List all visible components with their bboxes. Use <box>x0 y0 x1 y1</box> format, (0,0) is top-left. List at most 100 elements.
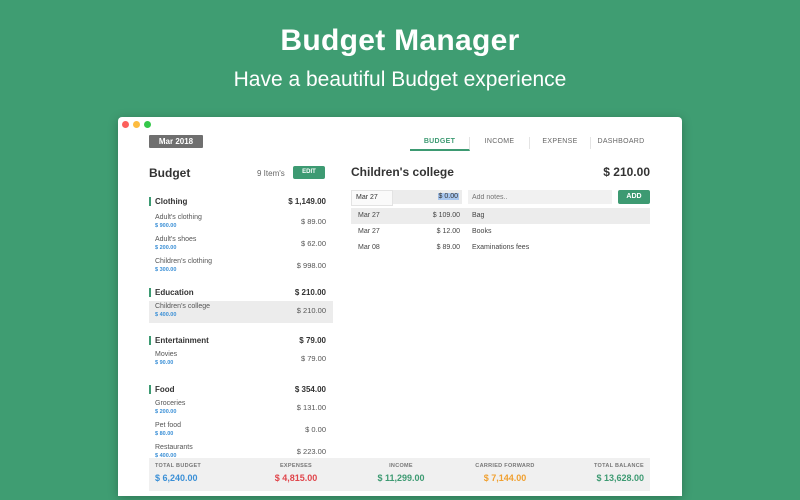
main-tabs: BUDGET INCOME EXPENSE DASHBOARD <box>410 137 651 151</box>
category-food: Food $ 354.00 Groceries $ 200.00 $ 131.0… <box>149 384 333 464</box>
close-window-button[interactable] <box>122 121 129 128</box>
entry-amount: $ 89.00 <box>436 244 460 251</box>
entry-amount: $ 12.00 <box>436 228 460 235</box>
item-budget: $ 90.00 <box>155 360 174 366</box>
tab-budget[interactable]: BUDGET <box>410 137 470 151</box>
item-amount: $ 62.00 <box>300 239 326 248</box>
budget-item-selected[interactable]: Children's college $ 400.00 $ 210.00 <box>149 301 333 323</box>
category-total: $ 1,149.00 <box>288 197 326 206</box>
category-total: $ 79.00 <box>299 336 326 345</box>
add-entry-button[interactable]: ADD <box>618 190 650 204</box>
entry-note: Bag <box>472 212 485 219</box>
budget-item[interactable]: Groceries $ 200.00 $ 131.00 <box>149 398 333 420</box>
carried-forward-summary: CARRIED FORWARD $ 7,144.00 <box>474 463 536 483</box>
summary-value: $ 7,144.00 <box>483 473 527 483</box>
category-marker <box>149 288 151 297</box>
item-amount: $ 79.00 <box>300 354 326 363</box>
item-amount: $ 223.00 <box>296 447 326 456</box>
entry-row[interactable]: Mar 08 $ 89.00 Examinations fees <box>351 240 650 256</box>
category-header[interactable]: Food $ 354.00 <box>149 384 333 397</box>
entry-row[interactable]: Mar 27 $ 12.00 Books <box>351 224 650 240</box>
item-name: Restaurants <box>155 444 193 451</box>
category-name: Education <box>155 288 194 297</box>
entry-row[interactable]: Mar 27 $ 109.00 Bag <box>351 208 650 224</box>
new-entry-row: Mar 27 $ 0.00 ADD <box>351 190 650 206</box>
summary-label: INCOME <box>389 463 413 469</box>
entry-note: Books <box>472 228 492 235</box>
budget-item[interactable]: Movies $ 90.00 $ 79.00 <box>149 349 333 371</box>
budget-heading: Budget <box>149 166 191 180</box>
total-balance-summary: TOTAL BALANCE $ 13,628.00 <box>594 463 644 483</box>
item-name: Adult's clothing <box>155 214 202 221</box>
category-total: $ 354.00 <box>294 385 326 394</box>
summary-label: CARRIED FORWARD <box>475 463 535 469</box>
window-controls <box>122 121 151 128</box>
category-name: Food <box>155 385 175 394</box>
category-header[interactable]: Clothing $ 1,149.00 <box>149 196 333 209</box>
item-budget: $ 400.00 <box>155 312 177 318</box>
budget-item[interactable]: Adult's clothing $ 900.00 $ 89.00 <box>149 212 333 234</box>
entry-date-field[interactable]: Mar 27 <box>351 190 393 206</box>
entry-amount-field[interactable]: $ 0.00 <box>393 190 462 204</box>
month-selector[interactable]: Mar 2018 <box>149 135 203 148</box>
budget-item[interactable]: Children's clothing $ 300.00 $ 998.00 <box>149 256 333 278</box>
budget-item[interactable]: Adult's shoes $ 200.00 $ 62.00 <box>149 234 333 256</box>
item-name: Pet food <box>155 422 182 429</box>
category-list: Clothing $ 1,149.00 Adult's clothing $ 9… <box>149 196 333 464</box>
entry-note: Examinations fees <box>472 244 530 251</box>
category-name: Entertainment <box>155 336 209 345</box>
summary-label: EXPENSES <box>279 463 313 469</box>
item-name: Movies <box>155 351 178 358</box>
item-amount: $ 131.00 <box>296 403 326 412</box>
item-amount: $ 0.00 <box>305 425 326 434</box>
budget-item[interactable]: Pet food $ 80.00 $ 0.00 <box>149 420 333 442</box>
tab-dashboard[interactable]: DASHBOARD <box>591 137 651 149</box>
category-total: $ 210.00 <box>294 288 326 297</box>
expenses-summary: EXPENSES $ 4,815.00 <box>269 463 323 483</box>
entry-notes-input[interactable] <box>468 190 612 204</box>
item-budget: $ 200.00 <box>155 409 177 415</box>
entry-list: Mar 27 $ 109.00 Bag Mar 27 $ 12.00 Books… <box>351 208 650 256</box>
category-clothing: Clothing $ 1,149.00 Adult's clothing $ 9… <box>149 196 333 287</box>
item-budget: $ 200.00 <box>155 245 177 251</box>
item-name: Children's clothing <box>155 258 212 265</box>
income-summary: INCOME $ 11,299.00 <box>371 463 431 483</box>
item-amount: $ 89.00 <box>300 217 326 226</box>
promo-title: Budget Manager <box>280 24 520 57</box>
entry-date: Mar 08 <box>358 244 380 251</box>
item-name: Children's college <box>155 303 211 310</box>
entry-amount-value: $ 0.00 <box>437 193 459 200</box>
entry-amount: $ 109.00 <box>432 212 460 219</box>
tab-income[interactable]: INCOME <box>470 137 530 149</box>
entry-date: Mar 27 <box>358 228 380 235</box>
app-window: Mar 2018 BUDGET INCOME EXPENSE DASHBOARD… <box>118 117 682 496</box>
entry-date: Mar 27 <box>358 212 380 219</box>
promo-subtitle: Have a beautiful Budget experience <box>233 68 567 91</box>
maximize-window-button[interactable] <box>144 121 151 128</box>
summary-label: TOTAL BALANCE <box>593 463 644 469</box>
summary-value: $ 6,240.00 <box>155 473 198 483</box>
category-marker <box>149 385 151 394</box>
category-header[interactable]: Entertainment $ 79.00 <box>149 335 333 348</box>
total-budget-summary: TOTAL BUDGET $ 6,240.00 <box>155 463 201 483</box>
edit-button[interactable]: EDIT <box>293 166 325 179</box>
item-budget: $ 300.00 <box>155 267 177 273</box>
summary-value: $ 13,628.00 <box>596 473 644 483</box>
detail-total: $ 210.00 <box>603 165 650 179</box>
category-name: Clothing <box>155 197 188 206</box>
category-marker <box>149 336 151 345</box>
item-name: Groceries <box>155 400 186 407</box>
category-education: Education $ 210.00 Children's college $ … <box>149 287 333 335</box>
item-name: Adult's shoes <box>155 236 197 243</box>
minimize-window-button[interactable] <box>133 121 140 128</box>
category-header[interactable]: Education $ 210.00 <box>149 287 333 300</box>
item-budget: $ 80.00 <box>155 431 174 437</box>
item-budget: $ 900.00 <box>155 223 177 229</box>
category-entertainment: Entertainment $ 79.00 Movies $ 90.00 $ 7… <box>149 335 333 384</box>
tab-expense[interactable]: EXPENSE <box>530 137 591 149</box>
summary-label: TOTAL BUDGET <box>155 463 202 469</box>
summary-footer: TOTAL BUDGET $ 6,240.00 EXPENSES $ 4,815… <box>149 458 650 491</box>
item-amount: $ 210.00 <box>296 306 326 315</box>
item-amount: $ 998.00 <box>296 261 326 270</box>
items-count: 9 Item's <box>257 169 285 178</box>
